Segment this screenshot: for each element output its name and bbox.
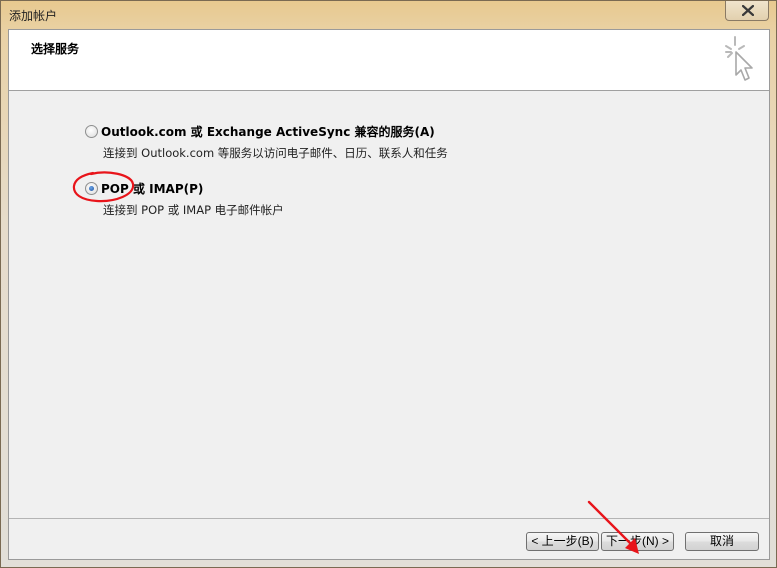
window-title: 添加帐户 xyxy=(9,9,58,23)
option-exchange-description: 连接到 Outlook.com 等服务以访问电子邮件、日历、联系人和任务 xyxy=(103,146,448,160)
add-account-window: 添加帐户 选择服务 Outlook.com 或 Exchange ActiveS… xyxy=(0,0,777,568)
wizard-cursor-icon xyxy=(725,36,753,81)
close-icon xyxy=(742,5,754,16)
wizard-header: 选择服务 xyxy=(9,30,769,91)
red-arrow-annotation xyxy=(587,500,639,554)
cancel-button[interactable]: 取消 xyxy=(685,532,759,551)
wizard-body: 选择服务 Outlook.com 或 Exchange ActiveSync 兼… xyxy=(8,29,770,560)
option-exchange[interactable]: Outlook.com 或 Exchange ActiveSync 兼容的服务(… xyxy=(85,123,448,161)
back-button[interactable]: < 上一步(B) xyxy=(526,532,599,551)
option-pop-imap[interactable]: POP 或 IMAP(P) 连接到 POP 或 IMAP 电子邮件帐户 xyxy=(85,180,284,218)
next-button[interactable]: 下一步(N) > xyxy=(601,532,674,551)
radio-pop-imap[interactable] xyxy=(85,181,98,195)
radio-exchange[interactable] xyxy=(85,124,98,138)
option-pop-imap-description: 连接到 POP 或 IMAP 电子邮件帐户 xyxy=(103,203,284,217)
page-title: 选择服务 xyxy=(31,42,80,56)
footer-separator xyxy=(9,518,769,519)
title-bar: 添加帐户 xyxy=(1,1,776,29)
option-pop-imap-label[interactable]: POP 或 IMAP(P) xyxy=(101,180,203,197)
close-button[interactable] xyxy=(725,1,769,21)
option-exchange-label[interactable]: Outlook.com 或 Exchange ActiveSync 兼容的服务(… xyxy=(101,123,435,140)
